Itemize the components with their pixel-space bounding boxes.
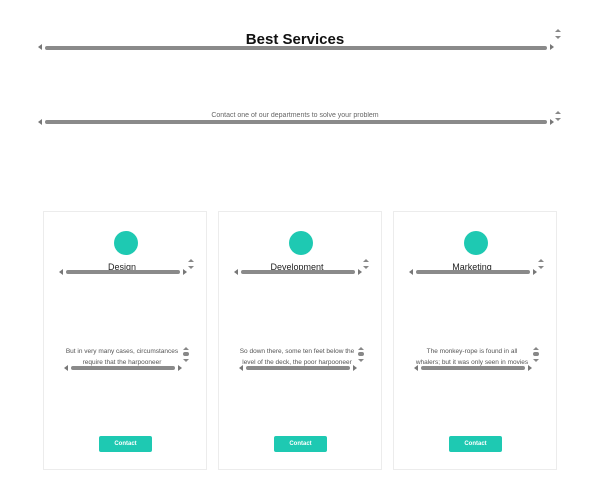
scrollbar-thumb[interactable] (358, 352, 364, 356)
scroll-left-arrow-icon[interactable] (414, 365, 418, 371)
scroll-right-arrow-icon[interactable] (358, 269, 362, 275)
name-horizontal-scrollbar[interactable] (409, 268, 537, 276)
contact-button[interactable]: Contact (99, 436, 152, 452)
scroll-down-arrow-icon[interactable] (358, 359, 364, 362)
scrollbar-thumb[interactable] (241, 270, 355, 274)
service-circle-icon (114, 231, 138, 255)
scroll-right-arrow-icon[interactable] (183, 269, 187, 275)
scrollbar-thumb[interactable] (71, 366, 175, 370)
page-title-field[interactable]: Best Services (38, 28, 562, 52)
service-card-marketing: Marketing The monkey-rope is found in al… (393, 211, 557, 470)
service-description-field[interactable]: But in very many cases, circumstances re… (64, 346, 190, 372)
scroll-up-arrow-icon[interactable] (188, 259, 194, 262)
service-name-field[interactable]: Development (234, 258, 370, 276)
service-circle-icon (464, 231, 488, 255)
description-horizontal-scrollbar[interactable] (414, 364, 532, 372)
scroll-down-arrow-icon[interactable] (555, 36, 561, 39)
scrollbar-thumb[interactable] (533, 352, 539, 356)
scroll-down-arrow-icon[interactable] (555, 118, 561, 121)
scroll-down-arrow-icon[interactable] (538, 266, 544, 269)
scrollbar-thumb[interactable] (66, 270, 180, 274)
service-card-design: Design But in very many cases, circumsta… (43, 211, 207, 470)
scroll-left-arrow-icon[interactable] (38, 119, 42, 125)
title-horizontal-scrollbar[interactable] (38, 43, 554, 52)
description-vertical-scrollbar[interactable] (532, 346, 540, 366)
scrollbar-thumb[interactable] (183, 352, 189, 356)
service-description-field[interactable]: The monkey-rope is found in all whalers;… (414, 346, 540, 372)
description-horizontal-scrollbar[interactable] (64, 364, 182, 372)
contact-button[interactable]: Contact (449, 436, 502, 452)
scroll-down-arrow-icon[interactable] (183, 359, 189, 362)
service-description-field[interactable]: So down there, some ten feet below the l… (239, 346, 365, 372)
service-name-field[interactable]: Design (59, 258, 195, 276)
scrollbar-thumb[interactable] (421, 366, 525, 370)
scroll-right-arrow-icon[interactable] (533, 269, 537, 275)
name-horizontal-scrollbar[interactable] (59, 268, 187, 276)
scroll-up-arrow-icon[interactable] (538, 259, 544, 262)
description-vertical-scrollbar[interactable] (182, 346, 190, 366)
service-circle-icon (289, 231, 313, 255)
scroll-left-arrow-icon[interactable] (234, 269, 238, 275)
name-horizontal-scrollbar[interactable] (234, 268, 362, 276)
service-card-development: Development So down there, some ten feet… (218, 211, 382, 470)
scrollbar-thumb[interactable] (45, 120, 547, 124)
scroll-right-arrow-icon[interactable] (550, 44, 554, 50)
scroll-left-arrow-icon[interactable] (59, 269, 63, 275)
scroll-down-arrow-icon[interactable] (188, 266, 194, 269)
scroll-left-arrow-icon[interactable] (64, 365, 68, 371)
description-vertical-scrollbar[interactable] (357, 346, 365, 366)
scroll-left-arrow-icon[interactable] (239, 365, 243, 371)
scroll-left-arrow-icon[interactable] (38, 44, 42, 50)
scrollbar-thumb[interactable] (246, 366, 350, 370)
scroll-up-arrow-icon[interactable] (363, 259, 369, 262)
scrollbar-thumb[interactable] (416, 270, 530, 274)
scroll-up-arrow-icon[interactable] (183, 347, 189, 350)
contact-button[interactable]: Contact (274, 436, 327, 452)
scroll-left-arrow-icon[interactable] (409, 269, 413, 275)
service-name-field[interactable]: Marketing (409, 258, 545, 276)
subtitle-horizontal-scrollbar[interactable] (38, 118, 554, 126)
scroll-up-arrow-icon[interactable] (358, 347, 364, 350)
scroll-up-arrow-icon[interactable] (555, 29, 561, 32)
scrollbar-thumb[interactable] (45, 46, 547, 50)
description-horizontal-scrollbar[interactable] (239, 364, 357, 372)
scroll-right-arrow-icon[interactable] (550, 119, 554, 125)
scroll-up-arrow-icon[interactable] (555, 111, 561, 114)
scroll-down-arrow-icon[interactable] (363, 266, 369, 269)
scroll-up-arrow-icon[interactable] (533, 347, 539, 350)
scroll-down-arrow-icon[interactable] (533, 359, 539, 362)
subtitle-field[interactable]: Contact one of our departments to solve … (38, 110, 562, 126)
